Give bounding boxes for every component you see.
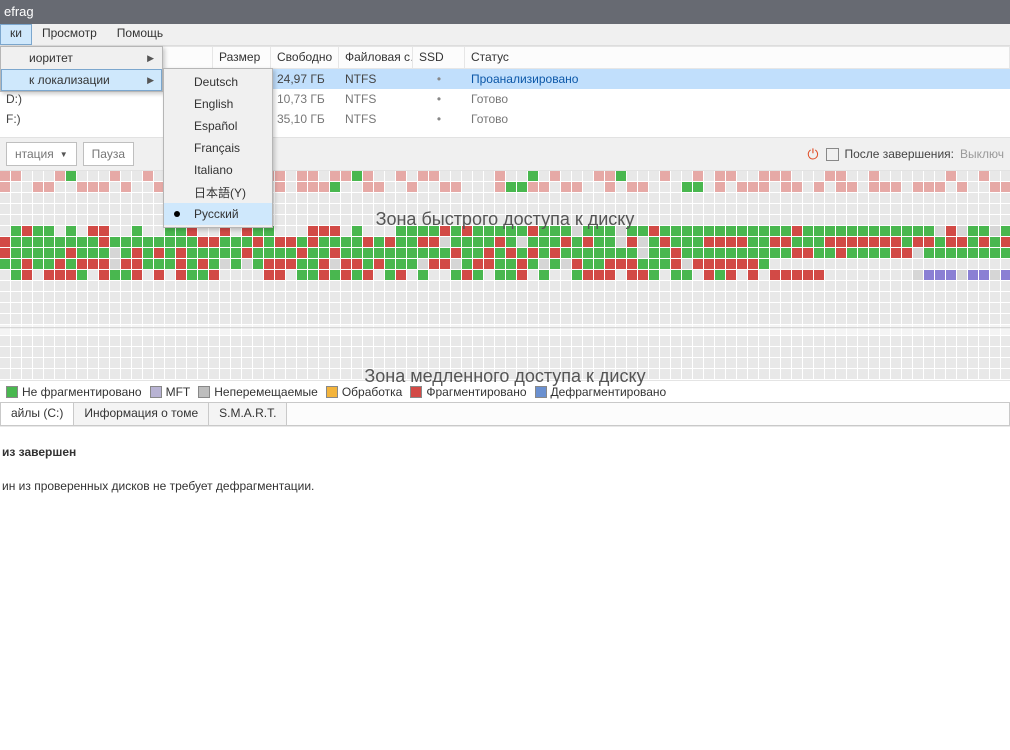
- col-size[interactable]: Размер: [213, 47, 271, 68]
- pause-button[interactable]: Пауза: [83, 142, 134, 166]
- menubar: ки Просмотр Помощь: [0, 24, 1010, 46]
- after-label: После завершения:: [844, 147, 954, 161]
- tab-volume[interactable]: Информация о томе: [74, 403, 209, 425]
- fast-zone-label: Зона быстрого доступа к диску: [0, 209, 1010, 230]
- slow-zone-label: Зона медленного доступа к диску: [0, 366, 1010, 387]
- tab-files[interactable]: айлы (C:): [1, 403, 74, 425]
- col-ssd[interactable]: SSD: [413, 47, 465, 68]
- settings-submenu: иоритет ▶ к локализации ▶: [0, 46, 163, 92]
- submenu-localization[interactable]: к локализации ▶: [1, 69, 162, 91]
- menu-settings[interactable]: ки: [0, 24, 32, 45]
- selected-dot-icon: [174, 211, 180, 217]
- menu-view[interactable]: Просмотр: [32, 24, 107, 45]
- lang-japanese[interactable]: 日本語(Y): [164, 181, 272, 203]
- lang-deutsch[interactable]: Deutsch: [164, 71, 272, 93]
- lang-espanol[interactable]: Español: [164, 115, 272, 137]
- cluster-map: Зона быстрого доступа к диску Зона медле…: [0, 171, 1010, 380]
- result-title: из завершен: [2, 445, 1008, 459]
- submenu-priority[interactable]: иоритет ▶: [1, 47, 162, 69]
- submenu-localization-label: к локализации: [29, 73, 110, 87]
- action-toolbar: нтация ▼ Пауза ⏻ После завершения: Выклю…: [0, 137, 1010, 171]
- drive-row-d[interactable]: D:) 10,73 ГБ NTFS • Готово: [0, 89, 1010, 109]
- after-value: Выключ: [960, 147, 1004, 161]
- titlebar: efrag: [0, 0, 1010, 24]
- lang-english[interactable]: English: [164, 93, 272, 115]
- result-pane: из завершен ин из проверенных дисков не …: [0, 426, 1010, 495]
- col-filesystem[interactable]: Файловая с…: [339, 47, 413, 68]
- result-line: ин из проверенных дисков не требует дефр…: [2, 479, 1008, 493]
- info-tabs: айлы (C:) Информация о томе S.M.A.R.T.: [0, 402, 1010, 426]
- chevron-right-icon: ▶: [147, 53, 154, 64]
- drive-row-f[interactable]: F:) 35,10 ГБ NTFS • Готово: [0, 109, 1010, 129]
- lang-russian[interactable]: Русский: [164, 203, 272, 225]
- submenu-priority-label: иоритет: [29, 51, 73, 65]
- col-free[interactable]: Свободно: [271, 47, 339, 68]
- lang-francais[interactable]: Français: [164, 137, 272, 159]
- action-dropdown[interactable]: нтация ▼: [6, 142, 77, 166]
- language-submenu: Deutsch English Español Français Italian…: [163, 68, 273, 228]
- after-checkbox[interactable]: [826, 148, 839, 161]
- lang-italiano[interactable]: Italiano: [164, 159, 272, 181]
- power-icon[interactable]: ⏻: [807, 146, 818, 163]
- chevron-down-icon: ▼: [60, 150, 68, 159]
- menu-help[interactable]: Помощь: [107, 24, 173, 45]
- app-title: efrag: [4, 4, 34, 19]
- tab-smart[interactable]: S.M.A.R.T.: [209, 403, 287, 425]
- col-status[interactable]: Статус: [465, 47, 1010, 68]
- chevron-right-icon: ▶: [147, 75, 154, 86]
